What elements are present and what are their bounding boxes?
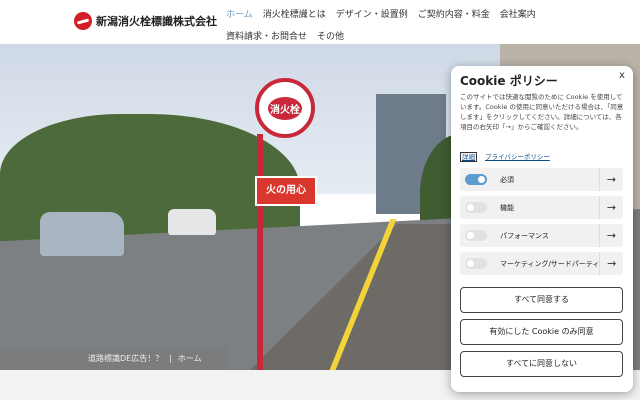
category-label: 必須 [500, 175, 514, 184]
hydrant-sign-text: 消火栓 [268, 96, 302, 120]
cookie-category-required: 必須 → [460, 168, 623, 191]
arrow-right-icon[interactable]: → [599, 224, 623, 247]
nav-item-home[interactable]: ホーム [226, 4, 253, 26]
hydrant-sign: 消火栓 [255, 78, 315, 138]
logo-icon [74, 12, 92, 30]
sign-pole [257, 134, 263, 370]
nav-item-about-sign[interactable]: 消火栓標識とは [263, 4, 326, 26]
category-label: マーケティング/サードパーティ [500, 259, 600, 268]
toggle-required[interactable] [465, 174, 487, 185]
nav-item-design[interactable]: デザイン・設置例 [336, 4, 408, 26]
accept-enabled-button[interactable]: 有効にした Cookie のみ同意 [460, 319, 623, 345]
cookie-title: Cookie ポリシー [460, 74, 558, 88]
accept-all-button[interactable]: すべて同意する [460, 287, 623, 313]
cookie-category-performance: パフォーマンス → [460, 224, 623, 247]
cookie-links: 詳細 プライバシーポリシー [460, 151, 550, 162]
cookie-dialog: Cookie ポリシー x このサイトでは快適な閲覧のために Cookie を使… [451, 66, 633, 392]
caption-title: 道路標識DE広告！？ [88, 354, 164, 363]
nav-item-contract[interactable]: ご契約内容・料金 [418, 4, 490, 26]
main-nav: ホーム 消火栓標識とは デザイン・設置例 ご契約内容・料金 会社案内資料請求・お問合せそ… [226, 4, 546, 48]
cookie-category-marketing: マーケティング/サードパーティ → [460, 252, 623, 275]
hero-caption: 道路標識DE広告！？ | ホーム [0, 347, 228, 370]
arrow-right-icon[interactable]: → [599, 252, 623, 275]
hero-car [40, 212, 124, 256]
arrow-right-icon[interactable]: → [599, 168, 623, 191]
arrow-right-icon[interactable]: → [599, 196, 623, 219]
category-label: 機能 [500, 203, 514, 212]
category-label: パフォーマンス [500, 231, 549, 240]
nav-item-company[interactable]: 会社案内 [500, 4, 536, 26]
toggle-performance[interactable] [465, 230, 487, 241]
details-link[interactable]: 詳細 [460, 152, 477, 162]
caption-home-link[interactable]: ホーム [178, 354, 202, 363]
ad-board: 火の用心 [255, 176, 317, 206]
caption-separator: | [169, 354, 172, 363]
hero-car-white [168, 209, 216, 235]
cookie-description: このサイトでは快適な閲覧のために Cookie を使用しています。Cookie … [460, 93, 624, 131]
site-logo[interactable]: 新潟消火栓標識株式会社 [74, 12, 217, 30]
cookie-category-functional: 機能 → [460, 196, 623, 219]
toggle-marketing[interactable] [465, 258, 487, 269]
toggle-functional[interactable] [465, 202, 487, 213]
reject-all-button[interactable]: すべてに同意しない [460, 351, 623, 377]
logo-text: 新潟消火栓標識株式会社 [96, 15, 217, 28]
privacy-policy-link[interactable]: プライバシーポリシー [485, 153, 550, 161]
close-button[interactable]: x [619, 70, 625, 81]
site-header: 新潟消火栓標識株式会社 ホーム 消火栓標識とは デザイン・設置例 ご契約内容・料金 会社… [0, 0, 640, 44]
